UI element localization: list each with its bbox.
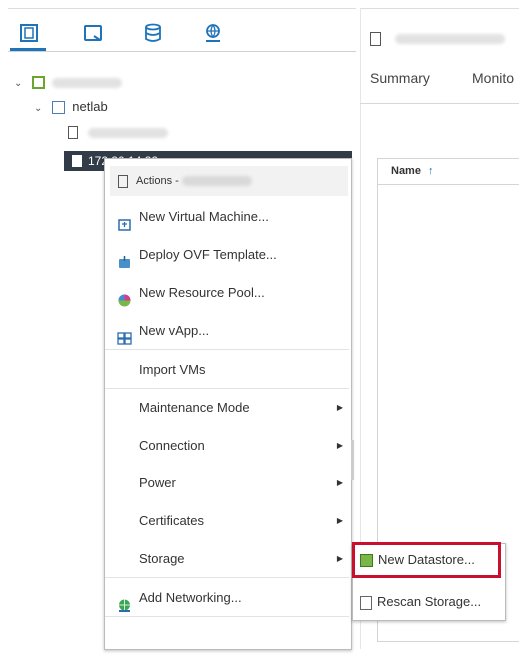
new-vm-icon bbox=[117, 209, 132, 231]
navigator-divider bbox=[8, 51, 356, 52]
tabs-divider bbox=[360, 103, 519, 104]
menu-item-label: Deploy OVF Template... bbox=[139, 247, 277, 262]
chevron-down-icon[interactable]: ⌄ bbox=[14, 74, 26, 94]
add-networking-icon bbox=[117, 590, 132, 612]
menu-item-storage[interactable]: Storage ▶ bbox=[105, 540, 349, 577]
vcenter-name-redacted bbox=[52, 77, 123, 88]
menu-item-add-networking[interactable]: Add Networking... bbox=[105, 579, 349, 616]
vms-and-templates-icon[interactable] bbox=[82, 22, 104, 44]
menu-item-label: New Resource Pool... bbox=[139, 285, 265, 300]
host-name-redacted bbox=[87, 127, 168, 138]
menu-item-label: Power bbox=[139, 475, 176, 490]
networking-icon[interactable] bbox=[202, 22, 224, 44]
resource-pool-icon bbox=[117, 285, 132, 307]
object-title-redacted bbox=[395, 33, 506, 44]
menu-item-label: Certificates bbox=[139, 513, 205, 528]
menu-item-new-vapp[interactable]: New vApp... bbox=[105, 312, 349, 349]
deploy-ovf-icon bbox=[117, 247, 132, 268]
rescan-storage-icon bbox=[360, 595, 372, 610]
submenu-item-label: Rescan Storage... bbox=[377, 594, 482, 609]
menu-item-power[interactable]: Power ▶ bbox=[105, 464, 349, 501]
menu-item-deploy-ovf[interactable]: Deploy OVF Template... bbox=[105, 236, 349, 273]
tree-item-datacenter[interactable]: ⌄ netlab bbox=[34, 97, 108, 117]
datacenter-icon bbox=[51, 101, 65, 115]
menu-item-label: New vApp... bbox=[139, 323, 210, 338]
tab-monitor[interactable]: Monito bbox=[472, 70, 514, 86]
tree-item-host-1[interactable] bbox=[68, 122, 168, 142]
highlight-annotation bbox=[352, 542, 501, 578]
tab-summary[interactable]: Summary bbox=[370, 70, 430, 86]
menu-item-certificates[interactable]: Certificates ▶ bbox=[105, 502, 349, 539]
menu-separator bbox=[105, 616, 349, 617]
submenu-arrow-icon: ▶ bbox=[336, 441, 343, 450]
host-icon bbox=[68, 126, 78, 140]
chevron-down-icon[interactable]: ⌄ bbox=[34, 99, 46, 119]
host-name-redacted bbox=[181, 176, 252, 187]
vcenter-icon bbox=[31, 76, 45, 90]
menu-item-label: Maintenance Mode bbox=[139, 400, 250, 415]
menu-item-maintenance-mode[interactable]: Maintenance Mode ▶ bbox=[105, 389, 349, 426]
menu-separator bbox=[105, 577, 349, 578]
menu-item-import-vms[interactable]: Import VMs bbox=[105, 351, 349, 388]
menu-item-label: Connection bbox=[139, 438, 205, 453]
hosts-and-clusters-icon[interactable] bbox=[18, 22, 40, 44]
object-header bbox=[370, 30, 506, 48]
menu-scrollbar[interactable] bbox=[351, 440, 354, 480]
menu-item-label: New Virtual Machine... bbox=[139, 209, 269, 224]
submenu-item-rescan-storage[interactable]: Rescan Storage... bbox=[354, 585, 481, 619]
datacenter-label: netlab bbox=[72, 99, 108, 114]
host-icon bbox=[118, 174, 128, 188]
menu-item-new-vm[interactable]: New Virtual Machine... bbox=[105, 198, 349, 235]
submenu-arrow-icon: ▶ bbox=[336, 516, 343, 525]
menu-separator bbox=[105, 349, 349, 350]
submenu-arrow-icon: ▶ bbox=[336, 403, 343, 412]
menu-header-label: Actions - bbox=[136, 175, 179, 187]
grid-header: Name ↑ bbox=[378, 159, 519, 185]
submenu-arrow-icon: ▶ bbox=[336, 478, 343, 487]
host-icon bbox=[72, 155, 82, 167]
sort-arrow-icon[interactable]: ↑ bbox=[428, 165, 434, 177]
menu-item-new-resource-pool[interactable]: New Resource Pool... bbox=[105, 274, 349, 311]
tree-item-vcenter[interactable]: ⌄ bbox=[14, 72, 123, 94]
menu-item-connection[interactable]: Connection ▶ bbox=[105, 427, 349, 464]
storage-icon[interactable] bbox=[142, 22, 164, 44]
submenu-arrow-icon: ▶ bbox=[336, 554, 343, 563]
menu-item-label: Add Networking... bbox=[139, 590, 242, 605]
column-header-name[interactable]: Name bbox=[391, 165, 421, 177]
vapp-icon bbox=[117, 323, 132, 345]
context-menu-header: Actions - bbox=[110, 166, 348, 196]
host-icon bbox=[370, 31, 381, 46]
menu-item-label: Storage bbox=[139, 551, 185, 566]
menu-item-label: Import VMs bbox=[139, 362, 206, 377]
